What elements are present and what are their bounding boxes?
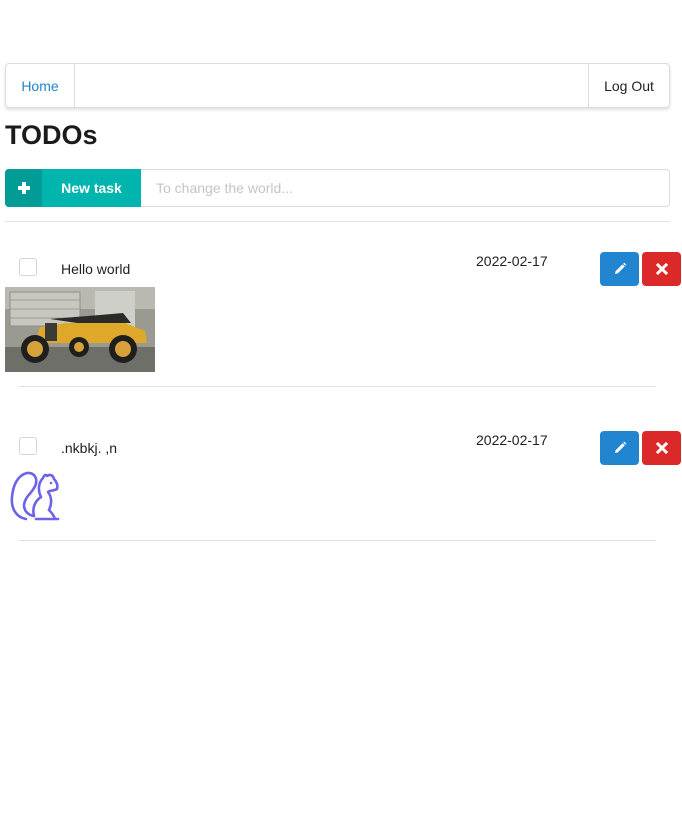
squirrel-icon: [10, 471, 60, 521]
close-icon: [655, 442, 668, 454]
row-divider: [19, 386, 656, 387]
divider: [5, 221, 670, 222]
todo-checkbox[interactable]: [19, 258, 37, 276]
todo-date: 2022-02-17: [476, 432, 548, 448]
plus-icon: [17, 182, 30, 194]
logout-button[interactable]: Log Out: [588, 64, 669, 107]
close-icon: [655, 263, 668, 275]
top-navbar: Home Log Out: [5, 63, 670, 108]
delete-button[interactable]: [642, 252, 681, 286]
row-divider: [19, 540, 656, 541]
car-photo: [5, 287, 155, 372]
plus-icon-box: [5, 169, 42, 207]
todo-date: 2022-02-17: [476, 253, 548, 269]
page-title: TODOs: [5, 120, 98, 150]
todo-attachment-image: [5, 287, 155, 372]
new-task-label: New task: [61, 180, 122, 196]
edit-button[interactable]: [600, 431, 639, 465]
nav-home-link[interactable]: Home: [6, 64, 75, 107]
new-task-input[interactable]: [141, 169, 670, 207]
todo-text: .nkbkj. ,n: [61, 440, 118, 456]
new-task-button[interactable]: New task: [5, 169, 141, 207]
pencil-icon: [614, 441, 626, 453]
delete-button[interactable]: [642, 431, 681, 465]
pencil-icon: [614, 262, 626, 274]
todo-checkbox[interactable]: [19, 437, 37, 455]
todo-text: Hello world: [61, 261, 131, 277]
edit-button[interactable]: [600, 252, 639, 286]
